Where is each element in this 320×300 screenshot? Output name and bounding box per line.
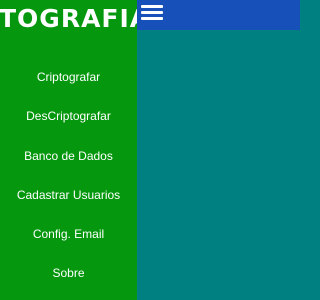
sidebar: TOGRAFIA Criptografar DesCriptografar Ba… <box>0 0 137 300</box>
sidebar-item-sobre[interactable]: Sobre <box>0 254 137 293</box>
sidebar-item-cadastrar-usuarios[interactable]: Cadastrar Usuarios <box>0 176 137 215</box>
sidebar-item-descriptografar[interactable]: DesCriptografar <box>0 97 137 136</box>
hamburger-line <box>141 5 163 8</box>
app-title: TOGRAFIA <box>0 4 137 33</box>
hamburger-line <box>141 11 163 14</box>
sidebar-header: TOGRAFIA <box>0 0 137 38</box>
top-bar <box>137 0 300 30</box>
sidebar-item-banco-de-dados[interactable]: Banco de Dados <box>0 137 137 176</box>
sidebar-item-criptografar[interactable]: Criptografar <box>0 58 137 97</box>
sidebar-item-config-email[interactable]: Config. Email <box>0 215 137 254</box>
sidebar-menu: Criptografar DesCriptografar Banco de Da… <box>0 58 137 294</box>
hamburger-line <box>141 17 163 20</box>
hamburger-menu-icon[interactable] <box>141 4 163 21</box>
main-content-area <box>137 30 300 300</box>
app-window: TOGRAFIA Criptografar DesCriptografar Ba… <box>0 0 300 300</box>
